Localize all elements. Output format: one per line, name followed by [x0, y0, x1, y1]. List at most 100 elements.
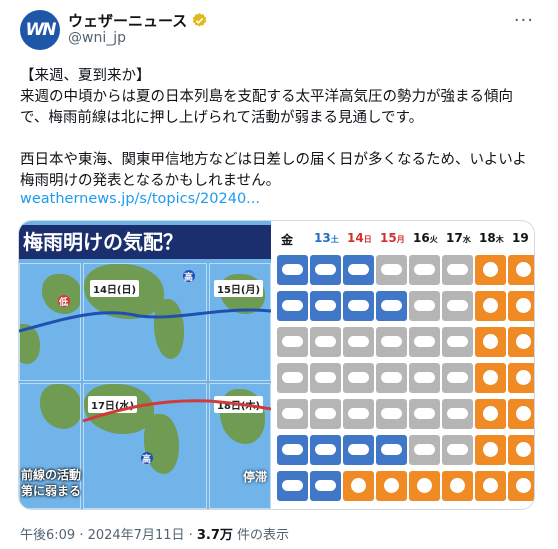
- cloudy-weather-icon: [442, 291, 473, 321]
- cloudy-weather-icon: [343, 363, 374, 393]
- rain-weather-icon: [277, 435, 308, 465]
- sunny-weather-icon: [508, 399, 534, 429]
- forecast-day-header: 金 13土 14日 15月 16火 17水 18木 19: [273, 229, 534, 251]
- forecast-day-label: 14日: [347, 231, 372, 245]
- handle[interactable]: @wni_jp: [68, 30, 126, 46]
- forecast-row: [273, 435, 534, 467]
- avatar-logo-text: WN: [25, 20, 57, 40]
- day-of-week: 土: [330, 235, 339, 244]
- forecast-day-label: 金: [281, 231, 293, 248]
- rain-weather-icon: [310, 291, 341, 321]
- cloudy-weather-icon: [409, 399, 440, 429]
- rain-weather-icon: [376, 435, 407, 465]
- avatar[interactable]: WN: [20, 10, 60, 50]
- low-pressure-label: 低: [59, 298, 69, 308]
- rain-weather-icon: [343, 291, 374, 321]
- caption-line: 第に弱まる: [21, 484, 82, 498]
- day-of-week: 水: [462, 235, 471, 244]
- cloudy-weather-icon: [409, 327, 440, 357]
- cloudy-weather-icon: [376, 399, 407, 429]
- sunny-weather-icon: [475, 399, 506, 429]
- more-options-icon[interactable]: ···: [514, 10, 534, 31]
- cloudy-weather-icon: [409, 363, 440, 393]
- forecast-day-label: 18木: [479, 231, 504, 245]
- day-of-week: 月: [396, 235, 405, 244]
- sunny-weather-icon: [508, 255, 534, 285]
- stagnant-label: 停滞: [242, 470, 267, 484]
- front-lines: [19, 270, 271, 464]
- sunny-weather-icon: [442, 471, 473, 501]
- rain-weather-icon: [343, 435, 374, 465]
- cloudy-weather-icon: [442, 327, 473, 357]
- day-number: 14: [347, 231, 364, 245]
- sunny-weather-icon: [475, 471, 506, 501]
- views-count: 3.7万: [196, 528, 233, 543]
- forecast-day-label: 17水: [446, 231, 471, 245]
- sunny-weather-icon: [475, 327, 506, 357]
- sunny-weather-icon: [475, 435, 506, 465]
- cloudy-weather-icon: [310, 399, 341, 429]
- day-number: 金: [281, 233, 294, 247]
- sunny-weather-icon: [376, 471, 407, 501]
- sunny-weather-icon: [508, 435, 534, 465]
- rain-weather-icon: [376, 291, 407, 321]
- rain-weather-icon: [277, 291, 308, 321]
- cloudy-weather-icon: [442, 255, 473, 285]
- forecast-day-label: 13土: [314, 231, 339, 245]
- image-headline: 梅雨明けの気配？: [19, 225, 271, 259]
- day-number: 19: [512, 231, 529, 245]
- sunny-weather-icon: [508, 363, 534, 393]
- cloudy-weather-icon: [409, 255, 440, 285]
- day-of-week: 火: [429, 235, 438, 244]
- high-pressure-label: 高: [184, 273, 194, 283]
- forecast-row: [273, 399, 534, 431]
- article-link[interactable]: weathernews.jp/s/topics/20240...: [20, 191, 260, 207]
- timestamp[interactable]: 午後6:09 · 2024年7月11日 ·: [20, 528, 197, 543]
- sunny-weather-icon: [475, 291, 506, 321]
- forecast-row: [273, 291, 534, 323]
- cloudy-weather-icon: [277, 399, 308, 429]
- high-pressure-label: 高: [142, 455, 152, 465]
- rain-weather-icon: [310, 255, 341, 285]
- tweet-text: 【来週、夏到来か】 来週の中頃からは夏の日本列島を支配する太平洋高気圧の勢力が強…: [20, 68, 527, 189]
- cloudy-weather-icon: [310, 327, 341, 357]
- day-number: 18: [479, 231, 496, 245]
- forecast-row: [273, 363, 534, 395]
- forecast-row: [273, 327, 534, 359]
- sunny-weather-icon: [508, 291, 534, 321]
- day-of-week: 日: [363, 235, 372, 244]
- tweet-footer: 午後6:09 · 2024年7月11日 · 3.7万 件の表示: [20, 524, 289, 543]
- cloudy-weather-icon: [376, 327, 407, 357]
- cloudy-weather-icon: [310, 363, 341, 393]
- verified-badge-icon: [193, 13, 207, 27]
- views-label: 件の表示: [232, 528, 290, 543]
- sunny-weather-icon: [409, 471, 440, 501]
- weather-map-image[interactable]: 14日(日) 15日(月) 17日(水) 18日(木) 低 高 高 梅雨明けの気…: [19, 221, 271, 509]
- cloudy-weather-icon: [343, 399, 374, 429]
- sunny-weather-icon: [343, 471, 374, 501]
- cloudy-weather-icon: [442, 399, 473, 429]
- rain-weather-icon: [277, 255, 308, 285]
- image-caption: 前線の活動 第に弱まる: [19, 467, 81, 499]
- forecast-row: [273, 255, 534, 287]
- cloudy-weather-icon: [409, 291, 440, 321]
- rain-weather-icon: [310, 471, 341, 501]
- forecast-day-label: 16火: [413, 231, 438, 245]
- rain-weather-icon: [277, 471, 308, 501]
- forecast-grid-image[interactable]: 金 13土 14日 15月 16火 17水 18木 19: [273, 221, 534, 509]
- sunny-weather-icon: [475, 255, 506, 285]
- cloudy-weather-icon: [277, 363, 308, 393]
- sunny-weather-icon: [475, 363, 506, 393]
- rain-weather-icon: [310, 435, 341, 465]
- display-name[interactable]: ウェザーニュース: [68, 10, 187, 31]
- forecast-row: [273, 471, 534, 503]
- forecast-day-label: 19: [512, 231, 529, 245]
- cloudy-weather-icon: [409, 435, 440, 465]
- day-of-week: 木: [495, 235, 504, 244]
- media-container[interactable]: 14日(日) 15日(月) 17日(水) 18日(木) 低 高 高 梅雨明けの気…: [18, 220, 535, 510]
- cloudy-weather-icon: [376, 363, 407, 393]
- cloudy-weather-icon: [277, 327, 308, 357]
- cloudy-weather-icon: [343, 327, 374, 357]
- sunny-weather-icon: [508, 471, 534, 501]
- cloudy-weather-icon: [442, 435, 473, 465]
